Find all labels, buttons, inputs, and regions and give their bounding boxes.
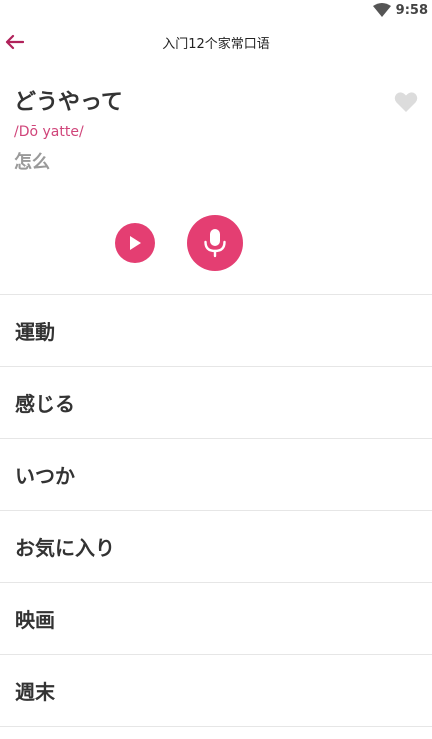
word-list: 運動 感じる いつか お気に入り 映画 週末 (0, 294, 432, 727)
page-title: 入门12个家常口语 (162, 37, 270, 52)
word-card: どうやって /Dō yatte/ 怎么 (14, 86, 418, 174)
list-item[interactable]: 映画 (0, 583, 432, 655)
chinese-meaning: 怎么 (14, 152, 50, 173)
app-bar: 入门12个家常口语 (0, 20, 432, 66)
microphone-icon (204, 229, 226, 258)
play-icon (130, 236, 141, 250)
list-item[interactable]: 感じる (0, 367, 432, 439)
record-button[interactable] (187, 215, 243, 271)
status-bar: 9:58 (0, 0, 432, 20)
heart-icon (394, 92, 418, 112)
romaji-text: /Dō yatte/ (14, 124, 84, 140)
list-item[interactable]: 運動 (0, 295, 432, 367)
list-item[interactable]: いつか (0, 439, 432, 511)
list-item[interactable]: 週末 (0, 655, 432, 727)
wifi-icon (372, 3, 391, 17)
play-button[interactable] (115, 223, 155, 263)
status-time: 9:58 (395, 2, 428, 18)
japanese-word: どうやって (14, 90, 123, 115)
favorite-button[interactable] (394, 91, 418, 113)
list-item[interactable]: お気に入り (0, 511, 432, 583)
